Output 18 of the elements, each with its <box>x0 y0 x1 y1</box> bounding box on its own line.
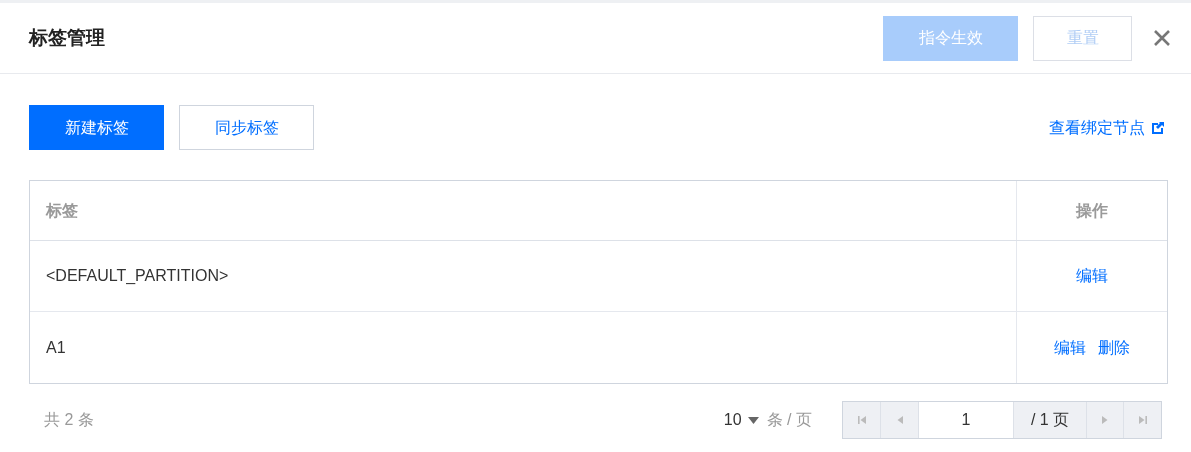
page-size-unit: 条 / 页 <box>766 410 812 430</box>
bound-nodes-link[interactable]: 查看绑定节点 <box>1049 115 1165 140</box>
total-count: 共 2 条 <box>43 410 94 430</box>
caret-icon <box>747 416 759 424</box>
page-input[interactable]: 1 <box>919 402 1014 438</box>
row-action-link[interactable]: 编辑 <box>1054 335 1086 360</box>
column-header: 操作 <box>1016 181 1167 240</box>
table-cell-text: <DEFAULT_PARTITION> <box>45 266 230 286</box>
dialog-title: 标签管理 <box>29 25 105 50</box>
page-count: / 1 页 <box>1014 402 1087 438</box>
row-action-link[interactable]: 编辑 <box>1076 264 1108 288</box>
row-action-link[interactable]: 删除 <box>1098 335 1130 360</box>
secondary-button[interactable]: 同步标签 <box>179 105 314 150</box>
page-size-select[interactable]: 10 <box>723 408 759 432</box>
primary-button[interactable]: 新建标签 <box>29 105 164 150</box>
table-cell-text: A1 <box>45 337 67 358</box>
column-header: 标签 <box>44 200 79 221</box>
external-link-icon <box>1151 120 1165 135</box>
